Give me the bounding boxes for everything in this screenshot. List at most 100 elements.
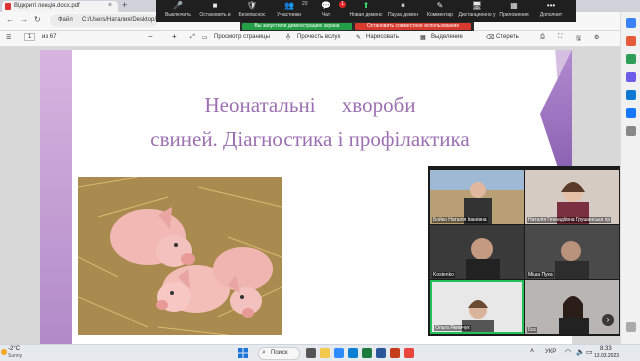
clock-date[interactable]: 13.03.2023 xyxy=(594,353,619,359)
mute-button[interactable]: 🎤 Выключить xyxy=(158,0,198,18)
video-tile[interactable]: Наталія Геннадіївна Грушанська пр xyxy=(525,170,619,224)
forward-icon[interactable]: → xyxy=(20,15,28,24)
zoom-meeting-toolbar: 🎤 Выключить ■ Остановить в 🛡 Безопаснос 👥 Уч… xyxy=(156,0,576,22)
remote-control-icon: 🖥 xyxy=(471,1,483,10)
task-view-icon[interactable] xyxy=(306,348,316,358)
volume-icon[interactable]: 🔈 xyxy=(576,348,585,356)
participant-name: Kostenko xyxy=(432,272,455,278)
stop-video-button[interactable]: ■ Остановить в xyxy=(195,0,235,18)
slide-title: Неонатальні хвороби свиней. Діагностика … xyxy=(110,88,510,156)
draw-icon: ✎ xyxy=(356,35,362,41)
fullscreen-icon[interactable]: ⛶ xyxy=(558,34,562,41)
print-icon[interactable]: ⎙ xyxy=(540,34,545,41)
annotate-button[interactable]: ✎ Комментар xyxy=(420,0,460,18)
share-status-badge: Вы запустили демонстрацию экрана xyxy=(242,23,352,30)
erase-button[interactable]: Стереть xyxy=(496,34,519,40)
annotate-icon: ✎ xyxy=(436,1,444,10)
participant-name: Ольга Якимчук xyxy=(434,325,471,331)
page-number-input[interactable]: 1 xyxy=(24,33,36,41)
pdf-icon xyxy=(5,3,11,10)
video-tile-active-speaker[interactable]: Ольга Якимчук xyxy=(430,280,524,334)
office-icon[interactable] xyxy=(626,90,636,100)
microphone-icon: 🎤 xyxy=(173,1,183,10)
fit-page-icon[interactable]: ⤢ xyxy=(190,34,195,41)
powerpoint-icon[interactable] xyxy=(390,348,400,358)
zoom-in-button[interactable]: + xyxy=(172,32,177,41)
games-icon[interactable] xyxy=(626,72,636,82)
participant-name: Наталія Геннадіївна Грушанська пр xyxy=(527,217,612,223)
participant-video xyxy=(525,170,619,224)
video-tile[interactable]: Kostenko xyxy=(430,225,524,279)
add-sidebar-icon[interactable] xyxy=(626,126,636,136)
save-icon[interactable]: 🖫 xyxy=(576,34,581,44)
back-icon[interactable]: ← xyxy=(6,15,14,24)
pause-share-button[interactable]: ⏸ Пауза демон xyxy=(383,0,423,18)
url-scheme-label: Файл xyxy=(58,17,73,23)
sidebar-settings-icon[interactable] xyxy=(626,322,636,332)
browser-tab[interactable]: Відкриті лекція.docx.pdf × xyxy=(2,1,118,12)
shield-icon: 🛡 xyxy=(246,1,258,10)
erase-icon: ⌫ xyxy=(486,35,495,41)
new-tab-button[interactable]: + xyxy=(122,0,127,10)
video-tile[interactable]: Міша Пука xyxy=(525,225,619,279)
highlight-icon: ▦ xyxy=(420,35,426,41)
remote-control-button[interactable]: 🖥 Дистанционно у xyxy=(457,0,497,18)
weather-condition[interactable]: Sunny xyxy=(8,353,22,359)
refresh-icon[interactable]: ↻ xyxy=(34,15,41,24)
windows-start-icon[interactable] xyxy=(238,348,248,358)
piglets-photo xyxy=(78,177,282,335)
tab-close-icon[interactable]: × xyxy=(108,2,112,9)
draw-button[interactable]: Нарисовать xyxy=(366,34,399,40)
language-indicator[interactable]: УКР xyxy=(545,349,556,355)
edge-icon[interactable] xyxy=(348,348,358,358)
pause-icon: ⏸ xyxy=(401,1,405,10)
weather-temperature[interactable]: -2°C xyxy=(8,346,20,352)
url-path: C:/Users/Наталия/Desktop/... xyxy=(82,17,162,23)
battery-icon[interactable]: ▭ xyxy=(586,348,593,356)
url-field[interactable]: Файл C:/Users/Наталия/Desktop/... xyxy=(50,14,162,27)
more-button[interactable]: ••• Дополнит xyxy=(531,0,571,18)
security-button[interactable]: 🛡 Безопаснос xyxy=(232,0,272,18)
word-icon[interactable] xyxy=(376,348,386,358)
read-aloud-button[interactable]: Прочесть вслух xyxy=(297,34,340,40)
file-explorer-icon[interactable] xyxy=(320,348,330,358)
chrome-icon[interactable] xyxy=(404,348,414,358)
page-view-button[interactable]: Просмотр страницы xyxy=(214,34,270,40)
settings-icon[interactable]: ⚙ xyxy=(594,34,599,41)
chat-badge: 1 xyxy=(339,1,346,8)
page-total: из 67 xyxy=(42,34,57,40)
stop-share-button[interactable]: Остановить совместное использование xyxy=(355,23,471,30)
video-icon: ■ xyxy=(212,1,218,10)
shopping-icon[interactable] xyxy=(626,36,636,46)
slide-decoration-left xyxy=(40,50,72,344)
participant-video xyxy=(430,225,524,279)
participant-name: Бойко Наталія Іванівна xyxy=(432,217,488,223)
outlook-icon[interactable] xyxy=(626,108,636,118)
contents-icon[interactable]: ☰ xyxy=(6,34,11,41)
share-screen-icon: ⬆ xyxy=(362,1,370,10)
excel-icon[interactable] xyxy=(362,348,372,358)
highlight-button[interactable]: Выделение xyxy=(431,34,463,40)
pdf-toolbar: ☰ 1 из 67 − + ⤢ ▭ Просмотр страницы A͈ П… xyxy=(0,31,620,47)
taskbar-search[interactable]: ⌕ Поиск xyxy=(258,347,300,360)
video-tile[interactable]: Бойко Наталія Іванівна xyxy=(430,170,524,224)
participant-name: Міша Пука xyxy=(527,272,554,278)
wifi-icon[interactable]: ◠ xyxy=(565,348,571,356)
new-share-button[interactable]: ⬆ Новая демонс xyxy=(346,0,386,18)
tools-icon[interactable] xyxy=(626,54,636,64)
search-sidebar-icon[interactable] xyxy=(626,18,636,28)
slide-title-line1: Неонатальні хвороби xyxy=(204,93,416,117)
page-view-icon: ▭ xyxy=(202,35,208,41)
browser-sidebar xyxy=(620,12,640,344)
participant-video xyxy=(430,170,524,224)
sun-icon xyxy=(1,349,7,355)
participant-name: Ilza xyxy=(527,327,537,333)
slide-title-line2: свиней. Діагностика і профілактика xyxy=(150,127,470,151)
clock-time[interactable]: 8:33 xyxy=(600,346,612,352)
video-tile[interactable]: Ilza xyxy=(525,280,619,334)
tray-chevron-icon[interactable]: ˄ xyxy=(530,348,534,355)
zoom-app-icon[interactable] xyxy=(334,348,344,358)
zoom-out-button[interactable]: − xyxy=(148,32,153,41)
gallery-next-button[interactable]: › xyxy=(602,314,614,326)
apps-button[interactable]: ▦ Приложения xyxy=(494,0,534,18)
